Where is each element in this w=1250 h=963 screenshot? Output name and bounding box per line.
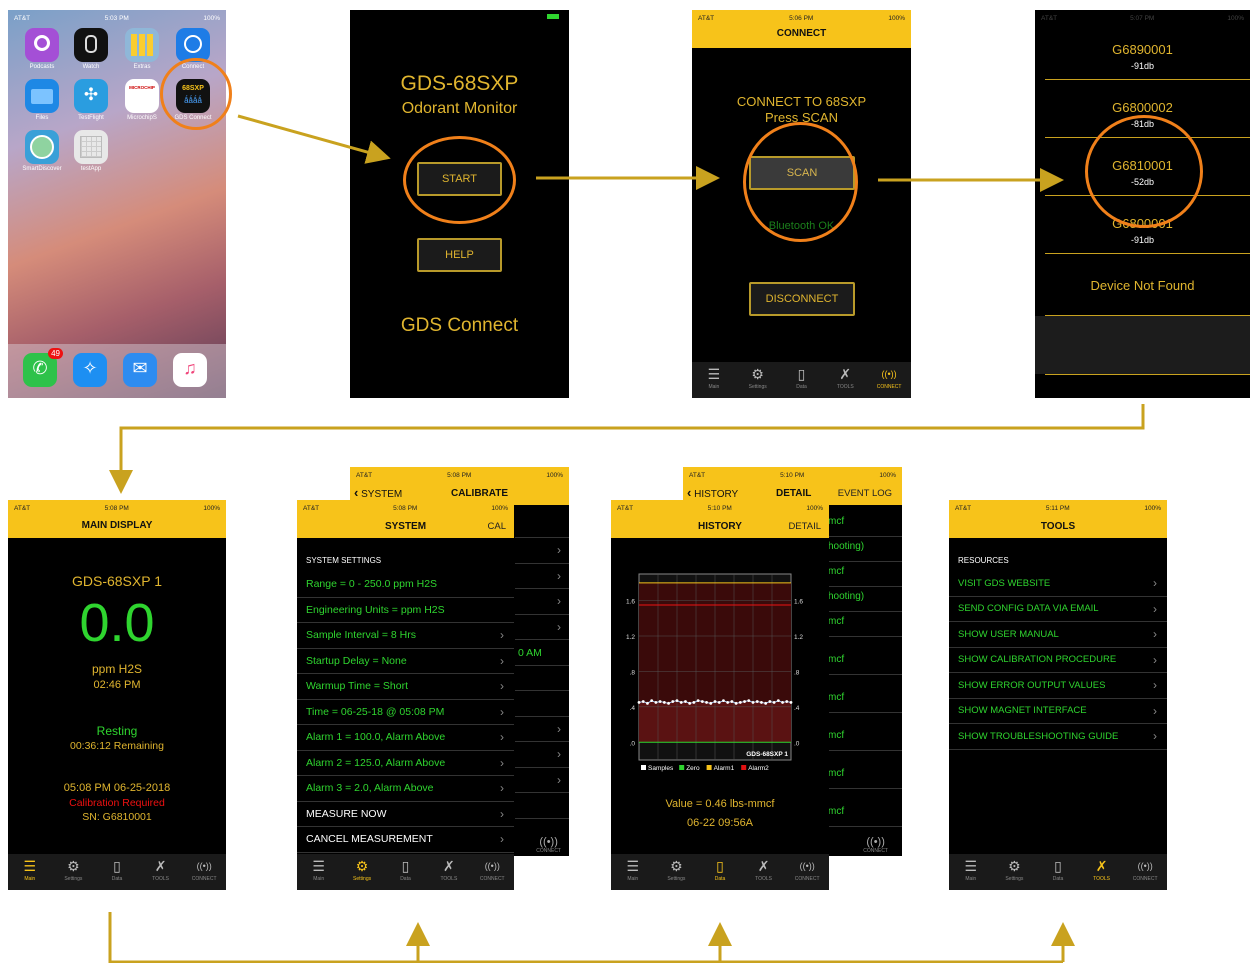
flow-arrows [108,114,1145,963]
flow-connector [108,912,1063,963]
flow-arrow [237,114,391,164]
flow-arrow [109,404,1145,494]
